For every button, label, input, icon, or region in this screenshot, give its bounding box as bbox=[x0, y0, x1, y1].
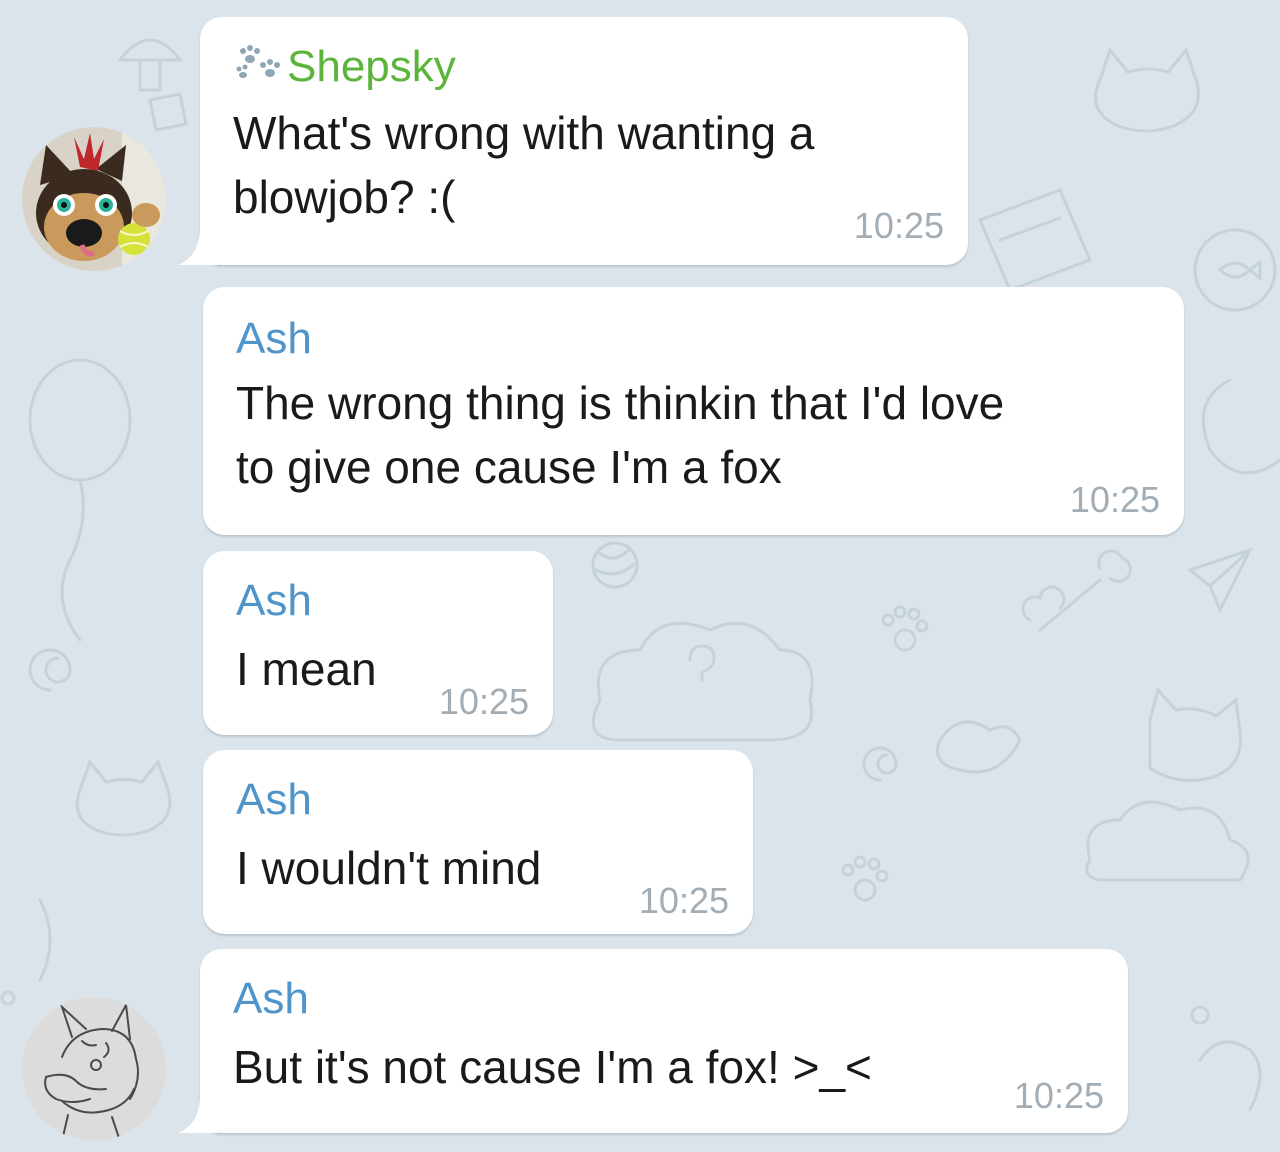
sender-name[interactable]: Shepsky bbox=[233, 39, 456, 95]
bubble-tail bbox=[178, 231, 218, 265]
message-timestamp: 10:25 bbox=[853, 205, 944, 246]
sender-name[interactable]: Ash bbox=[236, 772, 312, 828]
message-bubble[interactable]: Ash I mean 10:25 bbox=[203, 551, 553, 735]
message-text: The wrong thing is thinkin that I'd love… bbox=[236, 377, 1005, 493]
message-text: I wouldn't mind bbox=[236, 842, 542, 894]
sender-name[interactable]: Ash bbox=[236, 311, 312, 367]
message-bubble[interactable]: Ash I wouldn't mind 10:25 bbox=[203, 750, 753, 934]
message-text: But it's not cause I'm a fox! >_< bbox=[233, 1041, 872, 1093]
message-timestamp: 10:25 bbox=[1069, 479, 1160, 520]
sender-label: Shepsky bbox=[287, 42, 456, 91]
fursuit-avatar-image bbox=[22, 127, 166, 271]
message-timestamp: 10:25 bbox=[1013, 1075, 1104, 1116]
paw-prints-icon bbox=[236, 45, 280, 78]
sketch-avatar-image bbox=[22, 997, 166, 1141]
sender-name[interactable]: Ash bbox=[233, 971, 309, 1027]
sender-name[interactable]: Ash bbox=[236, 573, 312, 629]
shepsky-avatar[interactable] bbox=[22, 127, 166, 271]
ash-avatar[interactable] bbox=[22, 997, 166, 1141]
message-text: I mean bbox=[236, 643, 377, 695]
message-bubble[interactable]: Ash But it's not cause I'm a fox! >_< 10… bbox=[178, 949, 1128, 1133]
message-timestamp: 10:25 bbox=[638, 880, 729, 921]
bubble-tail bbox=[178, 1099, 218, 1133]
message-bubble[interactable]: Shepsky What's wrong with wanting a blow… bbox=[178, 17, 968, 265]
message-text: What's wrong with wanting a blowjob? :( bbox=[233, 107, 815, 223]
message-timestamp: 10:25 bbox=[438, 681, 529, 722]
message-bubble[interactable]: Ash The wrong thing is thinkin that I'd … bbox=[203, 287, 1184, 535]
